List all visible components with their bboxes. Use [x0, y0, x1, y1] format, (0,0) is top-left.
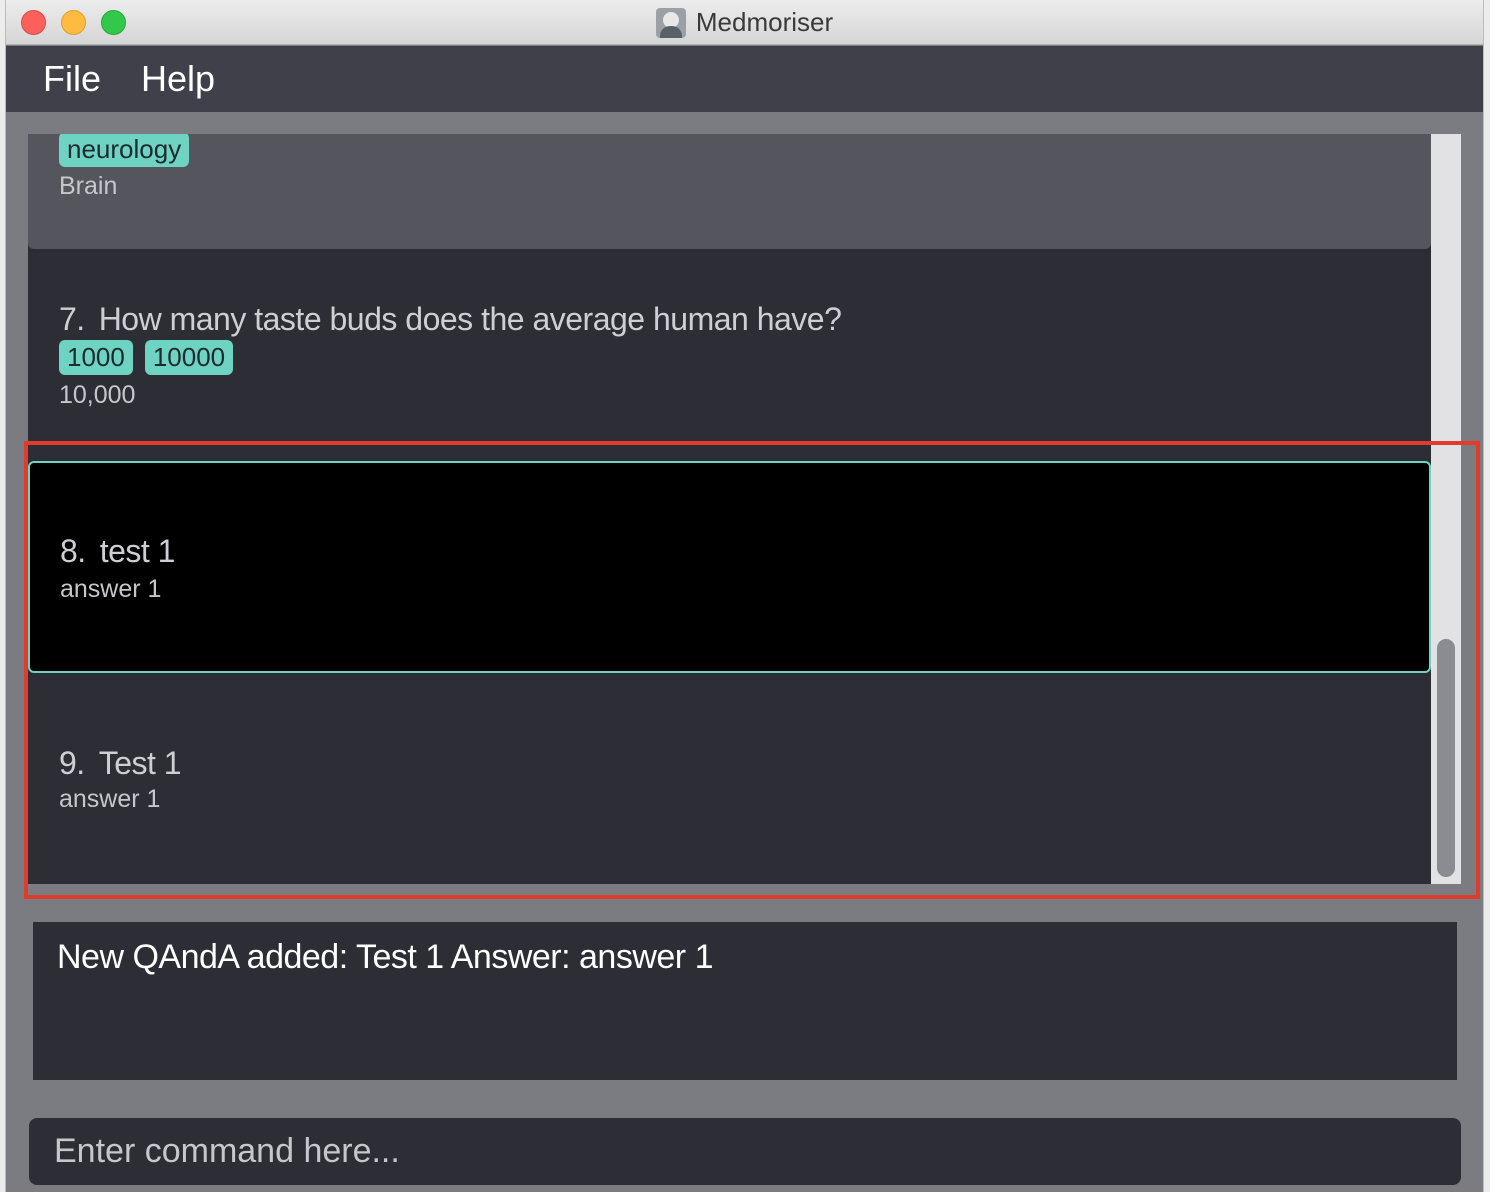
question-text: 7. How many taste buds does the average h… — [59, 301, 842, 338]
qanda-list[interactable]: neurology Brain 7. How many taste buds do… — [28, 134, 1431, 884]
result-display: New QAndA added: Test 1 Answer: answer 1 — [33, 922, 1457, 1080]
tag: 10000 — [144, 340, 234, 375]
question-text: 9. Test 1 — [59, 745, 182, 782]
title-group: Medmoriser — [6, 0, 1483, 45]
tag: neurology — [59, 134, 190, 167]
scrollbar-thumb[interactable] — [1437, 639, 1455, 877]
tag-list: neurology — [59, 134, 201, 167]
question-index: 8. — [60, 533, 86, 569]
answer-text: 10,000 — [59, 381, 136, 409]
question-index: 7. — [59, 301, 85, 337]
window-edge — [1484, 0, 1490, 1192]
qanda-card[interactable]: 9. Test 1 answer 1 — [28, 675, 1431, 884]
menu-help[interactable]: Help — [141, 58, 215, 100]
title-bar: Medmoriser — [6, 0, 1483, 45]
question-text: 8. test 1 — [60, 533, 175, 570]
answer-text: Brain — [59, 172, 118, 200]
tag-list: 1000 10000 — [59, 340, 245, 375]
qanda-card-selected[interactable]: 8. test 1 answer 1 — [28, 461, 1431, 673]
command-input[interactable] — [29, 1118, 1461, 1185]
qanda-card[interactable]: 7. How many taste buds does the average h… — [28, 251, 1431, 458]
list-scrollbar[interactable] — [1431, 134, 1461, 884]
result-text: New QAndA added: Test 1 Answer: answer 1 — [57, 938, 713, 976]
question-label: test 1 — [99, 533, 176, 569]
qanda-card[interactable]: neurology Brain — [28, 134, 1431, 249]
brain-head-icon — [655, 7, 686, 38]
menu-file[interactable]: File — [43, 58, 101, 100]
question-index: 9. — [59, 745, 85, 781]
answer-text: answer 1 — [60, 575, 162, 603]
question-label: Test 1 — [98, 745, 182, 781]
question-label: How many taste buds does the average hum… — [98, 301, 842, 337]
menu-bar: File Help — [6, 46, 1483, 112]
window-title: Medmoriser — [695, 7, 834, 37]
tag: 1000 — [59, 340, 133, 375]
answer-text: answer 1 — [59, 785, 161, 813]
app-window: Medmoriser File Help neurology Brain 7. H… — [5, 0, 1484, 1192]
